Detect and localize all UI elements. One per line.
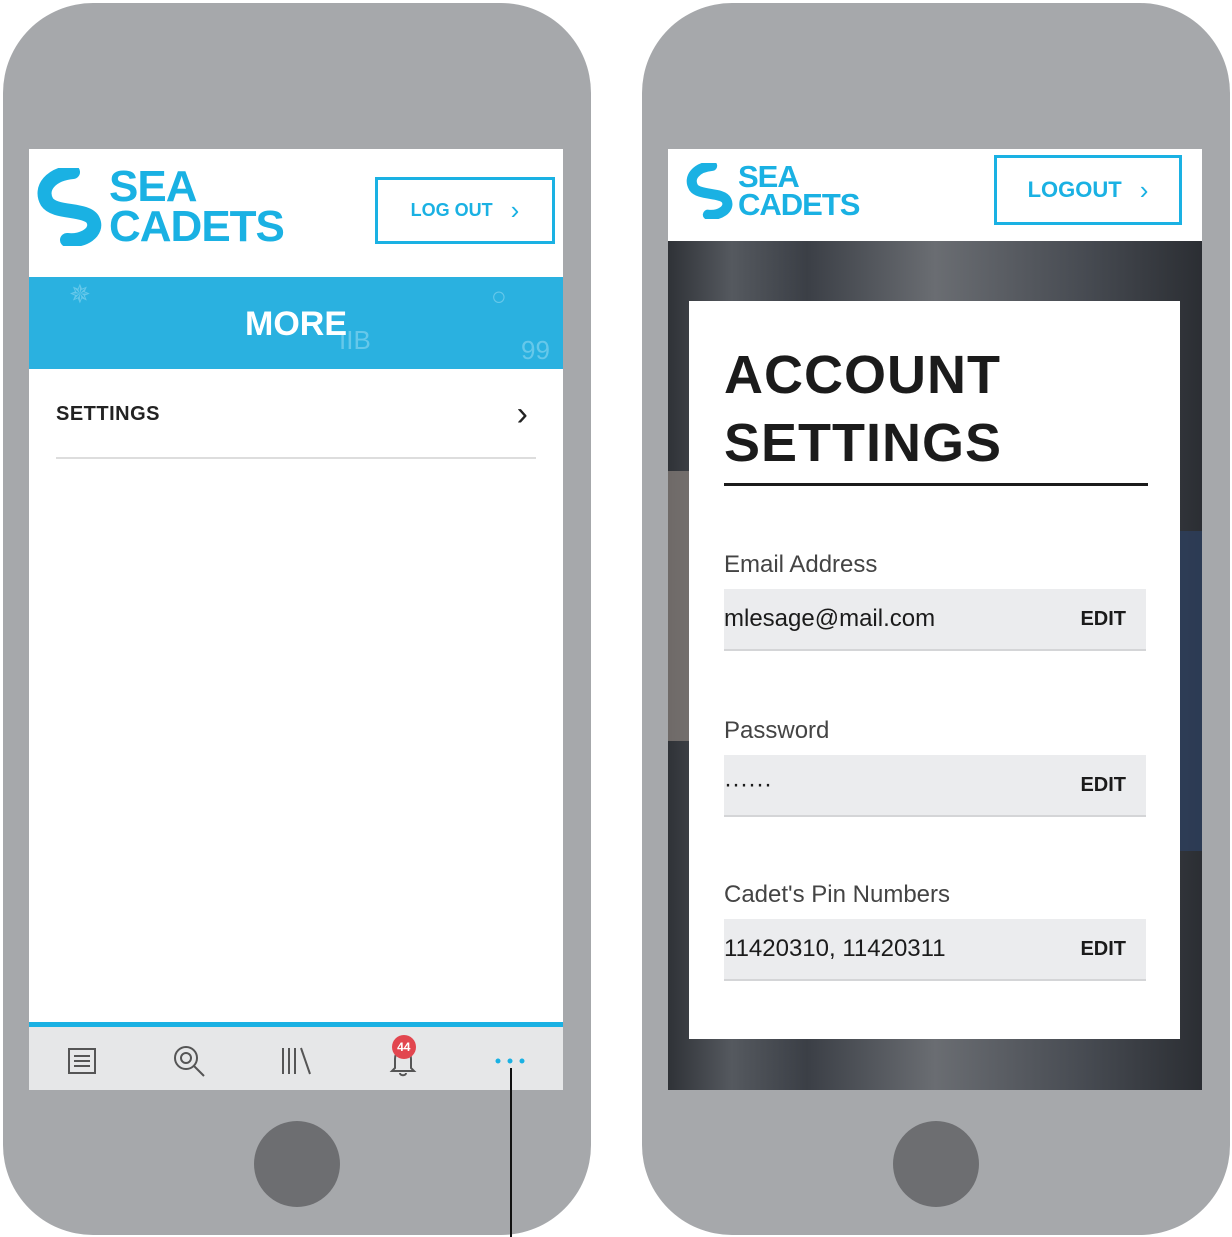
pin-numbers-label: Cadet's Pin Numbers xyxy=(724,881,951,908)
logo-line-1: SEA xyxy=(109,162,197,211)
search-icon xyxy=(174,1046,205,1077)
chevron-right-icon: › xyxy=(510,195,520,225)
wave-logo-icon xyxy=(686,163,733,219)
edit-password-button[interactable]: EDIT xyxy=(1080,774,1126,797)
edit-pin-numbers-button[interactable]: EDIT xyxy=(1080,938,1126,961)
page-title-line-2: SETTINGS xyxy=(724,413,1003,473)
wave-logo-icon xyxy=(37,167,102,246)
list-icon xyxy=(68,1048,97,1074)
title-divider xyxy=(724,483,1148,486)
logo-line-2: CADETS xyxy=(109,201,285,251)
menu-item-settings[interactable]: SETTINGS › xyxy=(56,371,536,459)
logout-button[interactable]: LOGOUT › xyxy=(994,155,1182,225)
chevron-right-icon: › xyxy=(516,394,528,433)
tab-library[interactable] xyxy=(243,1027,350,1090)
notification-badge: 44 xyxy=(391,1035,416,1059)
more-dots-icon xyxy=(495,1058,525,1064)
more-screen: SEA CADETS LOG OUT › ✵ ○ IIB 99 MORE SET… xyxy=(29,149,563,1090)
password-field: ······ EDIT xyxy=(724,755,1146,817)
sea-cadets-logo: SEA CADETS xyxy=(686,161,860,222)
logout-label: LOGOUT xyxy=(1027,177,1122,202)
email-label: Email Address xyxy=(724,551,878,578)
tab-notifications[interactable]: 44 xyxy=(349,1027,456,1090)
email-value: mlesage@mail.com xyxy=(724,605,936,632)
callout-line xyxy=(510,1068,512,1237)
page-title-line-1: ACCOUNT xyxy=(724,345,1001,405)
logout-button[interactable]: LOG OUT › xyxy=(375,177,555,244)
password-value: ······ xyxy=(724,771,772,798)
app-header: SEA CADETS LOGOUT › xyxy=(668,149,1202,241)
app-header: SEA CADETS LOG OUT › xyxy=(29,149,563,277)
tab-search[interactable] xyxy=(136,1027,243,1090)
home-button xyxy=(893,1121,979,1207)
section-header-band: ✵ ○ IIB 99 MORE xyxy=(29,277,563,369)
email-field: mlesage@mail.com EDIT xyxy=(724,589,1146,651)
edit-email-button[interactable]: EDIT xyxy=(1080,608,1126,631)
tab-list[interactable] xyxy=(29,1027,136,1090)
chevron-right-icon: › xyxy=(1139,174,1149,205)
page-title: ACCOUNT SETTINGS xyxy=(724,341,1002,477)
home-button xyxy=(254,1121,340,1207)
pin-numbers-value: 11420310, 11420311 xyxy=(724,935,946,962)
account-settings-card: ACCOUNT SETTINGS Email Address mlesage@m… xyxy=(689,301,1180,1039)
password-label: Password xyxy=(724,717,830,744)
library-icon xyxy=(281,1047,311,1075)
sea-cadets-logo: SEA CADETS xyxy=(37,162,285,251)
account-settings-screen: SEA CADETS LOGOUT › ACCOUNT SETTINGS Ema… xyxy=(668,149,1202,1090)
logout-label: LOG OUT xyxy=(410,200,493,220)
pin-numbers-field: 11420310, 11420311 EDIT xyxy=(724,919,1146,981)
menu-item-label: SETTINGS xyxy=(56,402,161,425)
phone-frame-left: SEA CADETS LOG OUT › ✵ ○ IIB 99 MORE SET… xyxy=(3,3,591,1235)
logo-line-2: CADETS xyxy=(738,187,860,222)
phone-frame-right: SEA CADETS LOGOUT › ACCOUNT SETTINGS Ema… xyxy=(642,3,1230,1235)
bottom-tab-bar: 44 xyxy=(29,1022,563,1090)
page-title: MORE xyxy=(245,305,347,343)
